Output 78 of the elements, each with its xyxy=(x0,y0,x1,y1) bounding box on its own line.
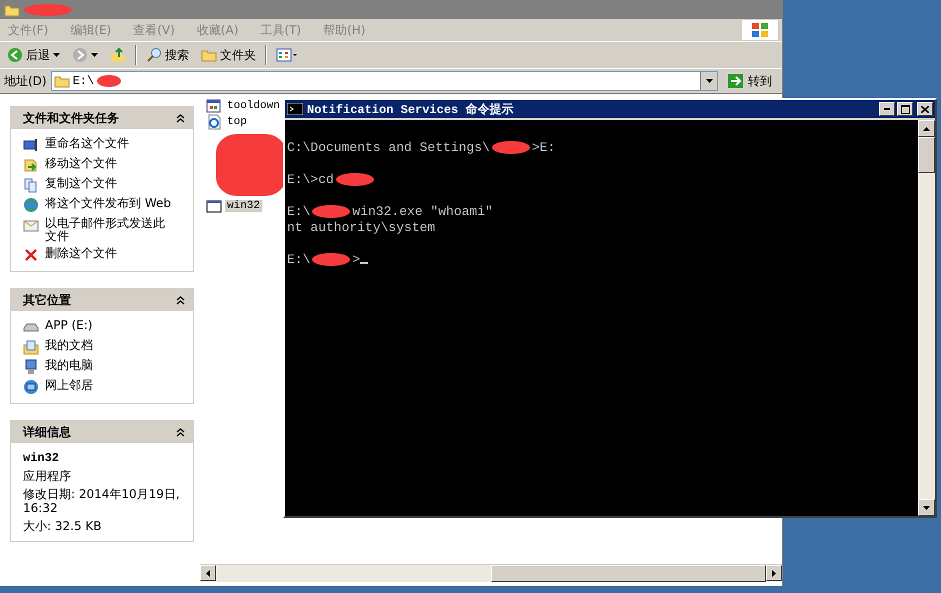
collapse-icon xyxy=(176,296,185,304)
network-icon xyxy=(23,379,39,395)
close-button[interactable] xyxy=(917,102,933,116)
task-link[interactable]: 复制这个文件 xyxy=(45,177,117,190)
file-item[interactable]: win32 xyxy=(225,200,262,212)
close-icon xyxy=(921,106,929,112)
redaction-mark xyxy=(492,140,530,154)
minimize-button[interactable] xyxy=(879,102,895,116)
panel-title: 详细信息 xyxy=(23,424,71,440)
console-text: C:\Documents and Settings\ xyxy=(287,140,490,154)
scroll-down-icon xyxy=(923,506,930,510)
computer-icon xyxy=(23,359,39,375)
maximize-button[interactable] xyxy=(897,102,913,116)
console-text: E:\ xyxy=(287,252,310,266)
documents-folder-icon xyxy=(23,339,39,355)
maximize-icon xyxy=(900,104,910,114)
task-link[interactable]: 删除这个文件 xyxy=(45,247,117,260)
scroll-thumb[interactable] xyxy=(491,565,766,582)
console-text: >E: xyxy=(532,140,556,154)
collapse-icon xyxy=(176,114,185,122)
file-name: win32 xyxy=(23,451,60,465)
go-button[interactable]: 转到 xyxy=(722,72,778,90)
task-link[interactable]: 将这个文件发布到 Web xyxy=(45,197,171,210)
panel-title: 文件和文件夹任务 xyxy=(23,110,119,126)
search-button[interactable]: 搜索 xyxy=(143,44,192,66)
caret-icon xyxy=(706,79,712,83)
copy-icon xyxy=(23,177,39,193)
file-item[interactable]: top xyxy=(225,116,249,128)
address-field[interactable]: E:\ xyxy=(50,71,718,91)
console-text: win32.exe "whoami" xyxy=(352,204,493,218)
panel-title: 其它位置 xyxy=(23,292,71,308)
vertical-scrollbar[interactable] xyxy=(918,120,935,516)
scroll-left-icon xyxy=(206,570,210,576)
file-item[interactable]: tooldown xyxy=(225,100,282,112)
delete-icon xyxy=(23,247,39,263)
detail-text: 应用程序 xyxy=(23,469,72,483)
folders-button[interactable]: 文件夹 xyxy=(198,44,259,66)
console-text: E:\ xyxy=(287,204,310,218)
console-text: > xyxy=(352,252,360,266)
caret-icon xyxy=(91,53,98,57)
console-text: nt authority\system xyxy=(287,220,436,234)
scroll-right-icon xyxy=(772,570,776,576)
window-icon xyxy=(206,198,222,214)
web-page-icon xyxy=(206,114,222,130)
minimize-icon xyxy=(884,108,890,110)
rename-icon xyxy=(23,137,39,153)
caret-icon xyxy=(53,53,60,57)
application-icon xyxy=(206,98,222,114)
search-icon xyxy=(146,47,162,63)
redaction-mark xyxy=(312,252,350,266)
detail-text: 修改日期: 2014年10月19日, 16:32 xyxy=(23,487,181,515)
task-link[interactable]: 网上邻居 xyxy=(45,379,93,392)
address-label: 地址(D) xyxy=(4,72,47,90)
task-link[interactable]: 重命名这个文件 xyxy=(45,137,129,150)
views-icon xyxy=(276,47,298,63)
console-icon xyxy=(287,103,303,115)
globe-icon xyxy=(23,197,39,213)
console-text: E:\>cd xyxy=(287,172,334,186)
redaction-mark xyxy=(336,172,374,186)
task-link[interactable]: 我的电脑 xyxy=(45,359,93,372)
task-link[interactable]: 以电子邮件形式发送此文件 xyxy=(45,217,176,243)
go-arrow-icon xyxy=(728,73,744,89)
scroll-thumb[interactable] xyxy=(918,137,935,173)
redaction-mark xyxy=(216,134,286,196)
task-link[interactable]: 我的文档 xyxy=(45,339,93,352)
move-icon xyxy=(23,157,39,173)
detail-text: 大小: 32.5 KB xyxy=(23,519,102,533)
horizontal-scrollbar[interactable] xyxy=(200,564,782,582)
window-title: Notification Services 命令提示 xyxy=(307,102,514,118)
redaction-mark xyxy=(312,204,350,218)
task-link[interactable]: 移动这个文件 xyxy=(45,157,117,170)
task-link[interactable]: APP (E:) xyxy=(45,319,92,332)
back-button[interactable]: 后退 xyxy=(4,44,63,66)
scroll-up-icon xyxy=(923,126,930,130)
dropdown-button[interactable] xyxy=(700,72,717,90)
text-cursor xyxy=(360,262,368,264)
collapse-icon xyxy=(176,428,185,436)
folder-up-icon xyxy=(110,47,126,63)
